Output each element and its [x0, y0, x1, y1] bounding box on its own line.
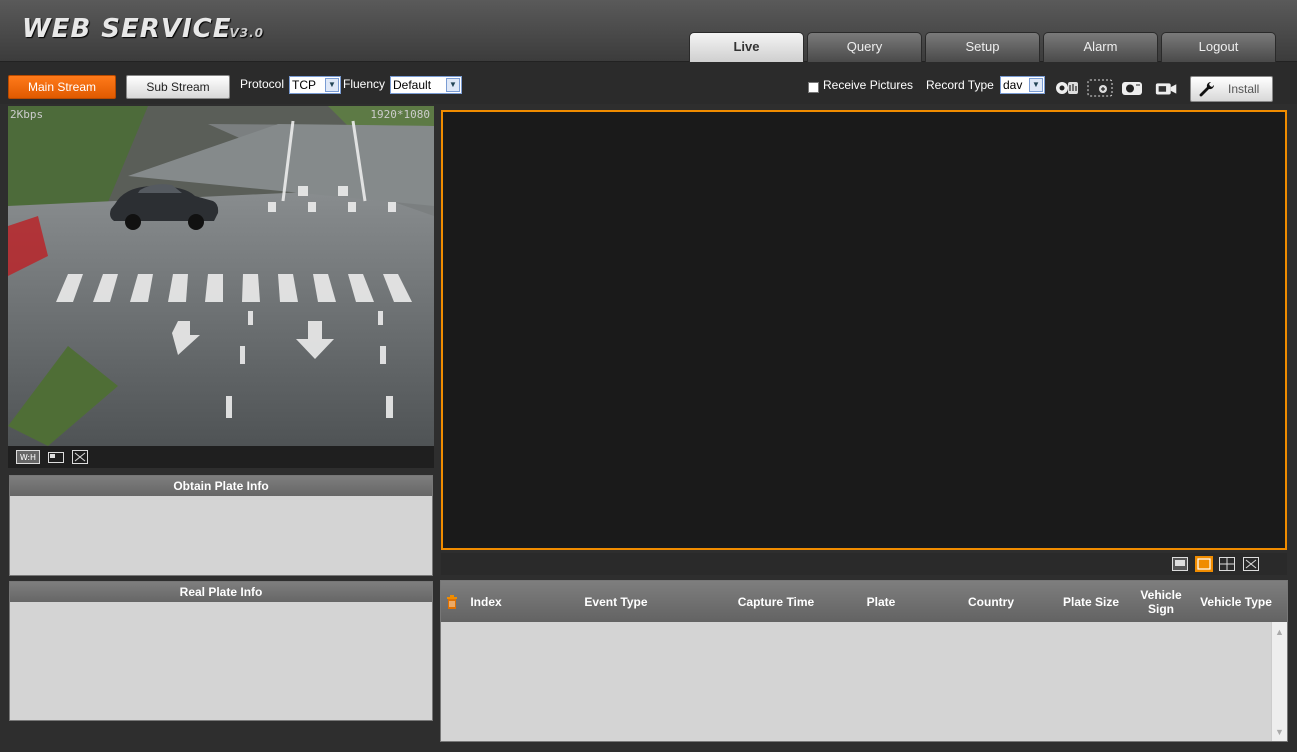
record-type-select[interactable]: dav ▼	[1000, 76, 1045, 94]
col-plate-size: Plate Size	[1062, 594, 1120, 609]
logo-version: V3.0	[229, 26, 264, 40]
record-video-icon[interactable]	[1154, 78, 1180, 98]
protocol-select[interactable]: TCP ▼	[289, 76, 341, 94]
fluency-value: Default	[393, 78, 432, 92]
tab-setup[interactable]: Setup	[925, 32, 1040, 62]
window-split-icon[interactable]	[1171, 556, 1189, 572]
table-scrollbar[interactable]: ▲ ▼	[1271, 622, 1287, 741]
zoom-icon[interactable]	[1087, 78, 1113, 98]
original-size-icon[interactable]	[48, 450, 64, 464]
event-table: Index Event Type Capture Time Plate Coun…	[440, 580, 1288, 742]
receive-pictures-checkbox[interactable]	[808, 82, 819, 93]
wrench-icon	[1198, 81, 1215, 104]
col-vehicle-type: Vehicle Type	[1200, 594, 1272, 609]
tab-query[interactable]: Query	[807, 32, 922, 62]
chevron-down-icon: ▼	[1029, 78, 1043, 92]
obtain-plate-panel: Obtain Plate Info	[9, 475, 433, 576]
record-type-label: Record Type	[926, 78, 994, 92]
col-index: Index	[470, 594, 502, 609]
main-tabs: Live Query Setup Alarm Logout	[689, 32, 1279, 62]
col-vehicle-sign: Vehicle Sign	[1140, 587, 1182, 616]
main-video-window[interactable]	[441, 110, 1287, 550]
tab-live[interactable]: Live	[689, 32, 804, 62]
app-logo: WEB SERVICEV3.0	[22, 14, 264, 44]
main-fullscreen-icon[interactable]	[1242, 556, 1260, 572]
ptz-hand-icon[interactable]	[1055, 78, 1081, 98]
chevron-down-icon: ▼	[446, 78, 460, 92]
single-window-icon[interactable]	[1195, 556, 1213, 572]
protocol-value: TCP	[292, 78, 316, 92]
table-header: Index Event Type Capture Time Plate Coun…	[441, 581, 1287, 622]
window-layout-bar	[441, 553, 1287, 575]
col-country: Country	[968, 594, 1014, 609]
bitrate-readout: 2Kbps	[10, 108, 44, 121]
sub-stream-button[interactable]: Sub Stream	[126, 75, 230, 99]
scroll-up-icon[interactable]: ▲	[1273, 626, 1286, 639]
preview-control-bar: W:H	[8, 446, 434, 468]
resolution-readout: 1920*1080	[370, 108, 430, 121]
road-scene-image	[8, 106, 434, 446]
fluency-label: Fluency	[343, 77, 386, 91]
wh-ratio-icon[interactable]: W:H	[16, 450, 40, 464]
tab-alarm[interactable]: Alarm	[1043, 32, 1158, 62]
main-stream-button[interactable]: Main Stream	[8, 75, 116, 99]
install-label: Install	[1228, 82, 1260, 96]
real-plate-panel: Real Plate Info	[9, 581, 433, 721]
fluency-select[interactable]: Default ▼	[390, 76, 462, 94]
logo-text: WEB SERVICE	[22, 14, 232, 44]
live-video-preview[interactable]: 2Kbps 1920*1080	[8, 106, 434, 446]
fullscreen-icon[interactable]	[72, 450, 88, 464]
real-plate-heading: Real Plate Info	[10, 582, 432, 602]
trash-icon[interactable]	[445, 581, 459, 622]
install-button[interactable]: Install	[1190, 76, 1273, 102]
scroll-down-icon[interactable]: ▼	[1273, 726, 1286, 739]
obtain-plate-heading: Obtain Plate Info	[10, 476, 432, 496]
col-event-type: Event Type	[584, 594, 648, 609]
col-capture-time: Capture Time	[737, 594, 815, 609]
svg-text:W:H: W:H	[20, 453, 36, 462]
protocol-label: Protocol	[240, 77, 285, 91]
chevron-down-icon: ▼	[325, 78, 339, 92]
col-plate: Plate	[866, 594, 896, 609]
receive-pictures-label: Receive Pictures	[823, 78, 914, 92]
snapshot-icon[interactable]	[1120, 78, 1146, 98]
header-bar: WEB SERVICEV3.0 Live Query Setup Alarm L…	[0, 0, 1297, 62]
record-type-value: dav	[1003, 78, 1023, 92]
quad-window-icon[interactable]	[1218, 556, 1236, 572]
tab-logout[interactable]: Logout	[1161, 32, 1276, 62]
